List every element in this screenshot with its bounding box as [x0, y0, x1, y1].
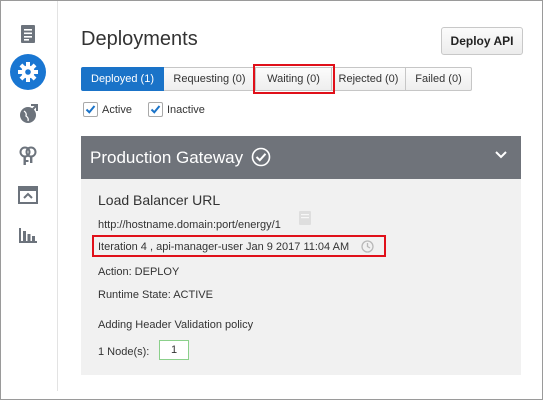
- app-window: Deployments Deploy API Deployed (1) Requ…: [0, 0, 543, 400]
- checkmark-icon: [85, 105, 96, 114]
- checkmark-icon: [150, 105, 161, 114]
- gateway-panel-body: Load Balancer URL http://hostname.domain…: [81, 179, 521, 375]
- sidebar-item-security[interactable]: [11, 139, 45, 173]
- action-text: Action: DEPLOY: [98, 266, 180, 278]
- status-filters: Active Inactive: [83, 102, 221, 117]
- tab-waiting[interactable]: Waiting (0): [253, 64, 335, 94]
- active-checkbox[interactable]: [83, 102, 98, 117]
- copy-icon[interactable]: [298, 210, 312, 226]
- globe-arrow-icon: [20, 104, 38, 123]
- inactive-checkbox[interactable]: [147, 102, 163, 117]
- tab-deployed[interactable]: Deployed (1): [81, 67, 164, 91]
- sidebar-item-document[interactable]: [11, 17, 45, 51]
- chevron-down-icon[interactable]: [494, 150, 508, 160]
- policy-message: Adding Header Validation policy: [98, 319, 254, 331]
- nodes-label: 1 Node(s):: [98, 346, 150, 358]
- sidebar-item-analytics[interactable]: [11, 218, 45, 252]
- load-balancer-title: Load Balancer URL: [98, 192, 221, 208]
- inactive-label: Inactive: [166, 103, 205, 116]
- sidebar-item-portal[interactable]: [11, 178, 45, 212]
- load-balancer-url: http://hostname.domain:port/energy/1: [98, 219, 281, 231]
- clock-icon[interactable]: [361, 240, 374, 253]
- tab-requesting[interactable]: Requesting (0): [164, 67, 256, 91]
- tab-rejected[interactable]: Rejected (0): [332, 67, 406, 91]
- tab-failed[interactable]: Failed (0): [406, 67, 472, 91]
- nodes-count-field[interactable]: 1: [159, 340, 189, 360]
- sidebar-item-deployments[interactable]: [10, 54, 46, 90]
- gear-icon: [18, 62, 38, 82]
- gateway-panel-header[interactable]: Production Gateway: [81, 136, 521, 179]
- runtime-state-text: Runtime State: ACTIVE: [98, 289, 213, 301]
- iteration-info: Iteration 4 , api-manager-user Jan 9 201…: [98, 241, 350, 253]
- analytics-bars-icon: [19, 228, 37, 243]
- deployment-status-tabs: Deployed (1) Requesting (0) Waiting (0) …: [81, 64, 472, 94]
- keys-icon: [19, 146, 37, 165]
- deploy-api-button[interactable]: Deploy API: [441, 27, 523, 55]
- check-circle-icon: [251, 147, 271, 167]
- sidebar-nav: [1, 1, 58, 391]
- active-label: Active: [102, 103, 132, 116]
- document-list-icon: [21, 25, 35, 43]
- gateway-name: Production Gateway: [90, 148, 244, 167]
- portal-window-icon: [18, 186, 38, 204]
- page-title: Deployments: [81, 28, 198, 50]
- sidebar-item-apis[interactable]: [11, 97, 45, 131]
